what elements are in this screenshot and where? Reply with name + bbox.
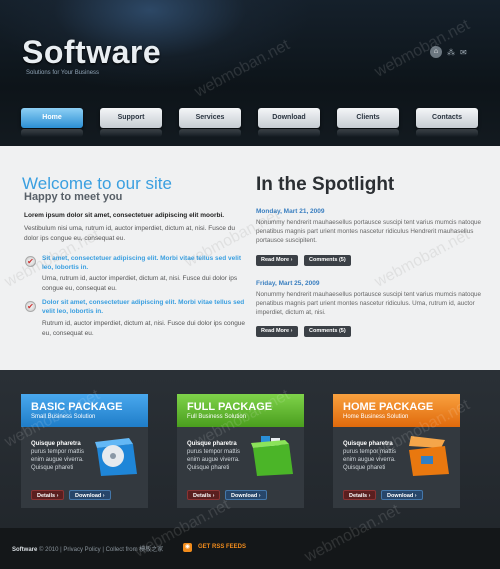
nav-download[interactable]: Download xyxy=(258,108,320,128)
bullet-text: Urna, rutrum id, auctor imperdiet, dictu… xyxy=(42,275,238,292)
site-tagline: Solutions for Your Business xyxy=(26,70,100,76)
check-icon: ✔ xyxy=(25,301,36,312)
header-icons: ⌂ ⁂ ✉ xyxy=(430,46,467,58)
welcome-intro: Vestibulum nisi uma, rutrum id, auctor i… xyxy=(24,225,235,242)
header: Software Solutions for Your Business ⌂ ⁂… xyxy=(0,0,500,146)
download-label: Download xyxy=(75,493,102,499)
nav-reflection xyxy=(100,129,162,137)
post-text: Nonummy hendrerit mauhaesellus portausce… xyxy=(256,291,482,316)
package-title: FULL PACKAGE xyxy=(187,401,273,413)
read-more-button[interactable]: Read More › xyxy=(256,326,298,337)
details-label: Details xyxy=(349,493,368,499)
package-card: HOME PACKAGE Home Business Solution Quis… xyxy=(333,394,460,508)
comments-button[interactable]: Comments (5) xyxy=(304,326,351,337)
nav-reflection xyxy=(416,129,478,137)
cd-box-icon xyxy=(95,438,137,476)
package-lead: Quisque pharetra xyxy=(187,441,237,447)
main-content: Welcome to our site Happy to meet you Lo… xyxy=(0,146,500,370)
bullet-title[interactable]: Dolor sit amet, consectetuer adipiscing … xyxy=(42,298,247,316)
read-more-label: Read More xyxy=(261,328,290,334)
nav-support[interactable]: Support xyxy=(100,108,162,128)
download-button[interactable]: Download › xyxy=(69,490,111,500)
post-date: Monday, Mart 21, 2009 xyxy=(256,208,325,215)
footer-text: Software © 2010 | Privacy Policy | Colle… xyxy=(12,544,163,553)
details-button[interactable]: Details › xyxy=(31,490,65,500)
package-card: BASIC PACKAGE Small Business Solution Qu… xyxy=(21,394,148,508)
package-lead: Quisque pharetra xyxy=(343,441,393,447)
read-more-button[interactable]: Read More › xyxy=(256,255,298,266)
package-desc: purus tempor mattis enim augue viverra. … xyxy=(31,449,85,471)
download-label: Download xyxy=(231,493,258,499)
package-subtitle: Home Business Solution xyxy=(343,414,409,420)
details-label: Details xyxy=(193,493,212,499)
spotlight-title: In the Spotlight xyxy=(256,174,395,195)
tools-box-icon xyxy=(409,436,449,476)
comments-button[interactable]: Comments (5) xyxy=(304,255,351,266)
bullet-title[interactable]: Sit amet, consectetuer adipiscing elit. … xyxy=(42,254,247,272)
nav-reflection xyxy=(258,129,320,137)
post-date: Friday, Mart 25, 2009 xyxy=(256,280,320,287)
welcome-lead: Lorem ipsum dolor sit amet, consectetuer… xyxy=(24,212,225,219)
home-icon[interactable]: ⌂ xyxy=(430,46,442,58)
package-desc: purus tempor mattis enim augue viverra. … xyxy=(343,449,397,471)
package-subtitle: Full Business Solution xyxy=(187,414,247,420)
sitemap-icon[interactable]: ⁂ xyxy=(447,48,455,57)
download-button[interactable]: Download › xyxy=(381,490,423,500)
package-card: FULL PACKAGE Full Business Solution Quis… xyxy=(177,394,304,508)
package-title: BASIC PACKAGE xyxy=(31,401,123,413)
nav-reflection xyxy=(21,129,83,137)
read-more-label: Read More xyxy=(261,257,290,263)
download-label: Download xyxy=(387,493,414,499)
package-text: Quisque pharetra purus tempor mattis enim… xyxy=(187,440,251,472)
files-box-icon xyxy=(251,436,293,476)
package-text: Quisque pharetra purus tempor mattis enim… xyxy=(31,440,95,472)
footer-copyright[interactable]: © 2010 | Privacy Policy | Collect from 模… xyxy=(39,547,163,553)
site-logo[interactable]: Software xyxy=(22,34,161,71)
nav-services[interactable]: Services xyxy=(179,108,241,128)
nav-home[interactable]: Home xyxy=(21,108,83,128)
details-button[interactable]: Details › xyxy=(343,490,377,500)
check-icon: ✔ xyxy=(25,256,36,267)
packages-section: BASIC PACKAGE Small Business Solution Qu… xyxy=(0,370,500,528)
package-text: Quisque pharetra purus tempor mattis enim… xyxy=(343,440,407,472)
footer: Software © 2010 | Privacy Policy | Colle… xyxy=(0,528,500,569)
footer-brand: Software xyxy=(12,547,38,553)
download-button[interactable]: Download › xyxy=(225,490,267,500)
main-nav: Home Support Services Download Clients C… xyxy=(0,108,500,137)
nav-reflection xyxy=(179,129,241,137)
package-subtitle: Small Business Solution xyxy=(31,414,96,420)
post-text: Nonummy hendrerit mauhaesellus portausce… xyxy=(256,219,482,244)
welcome-subtitle: Happy to meet you xyxy=(24,191,123,203)
nav-clients[interactable]: Clients xyxy=(337,108,399,128)
package-lead: Quisque pharetra xyxy=(31,441,81,447)
package-title: HOME PACKAGE xyxy=(343,401,434,413)
details-button[interactable]: Details › xyxy=(187,490,221,500)
package-desc: purus tempor mattis enim augue viverra. … xyxy=(187,449,241,471)
details-label: Details xyxy=(37,493,56,499)
nav-contacts[interactable]: Contacts xyxy=(416,108,478,128)
bullet-text: Rutrum id, auctor imperdiet, dictum at, … xyxy=(42,320,246,337)
email-icon[interactable]: ✉ xyxy=(460,48,467,57)
rss-link[interactable]: GET RSS FEEDS xyxy=(198,544,246,550)
rss-icon[interactable]: ◉ xyxy=(183,543,192,552)
nav-reflection xyxy=(337,129,399,137)
